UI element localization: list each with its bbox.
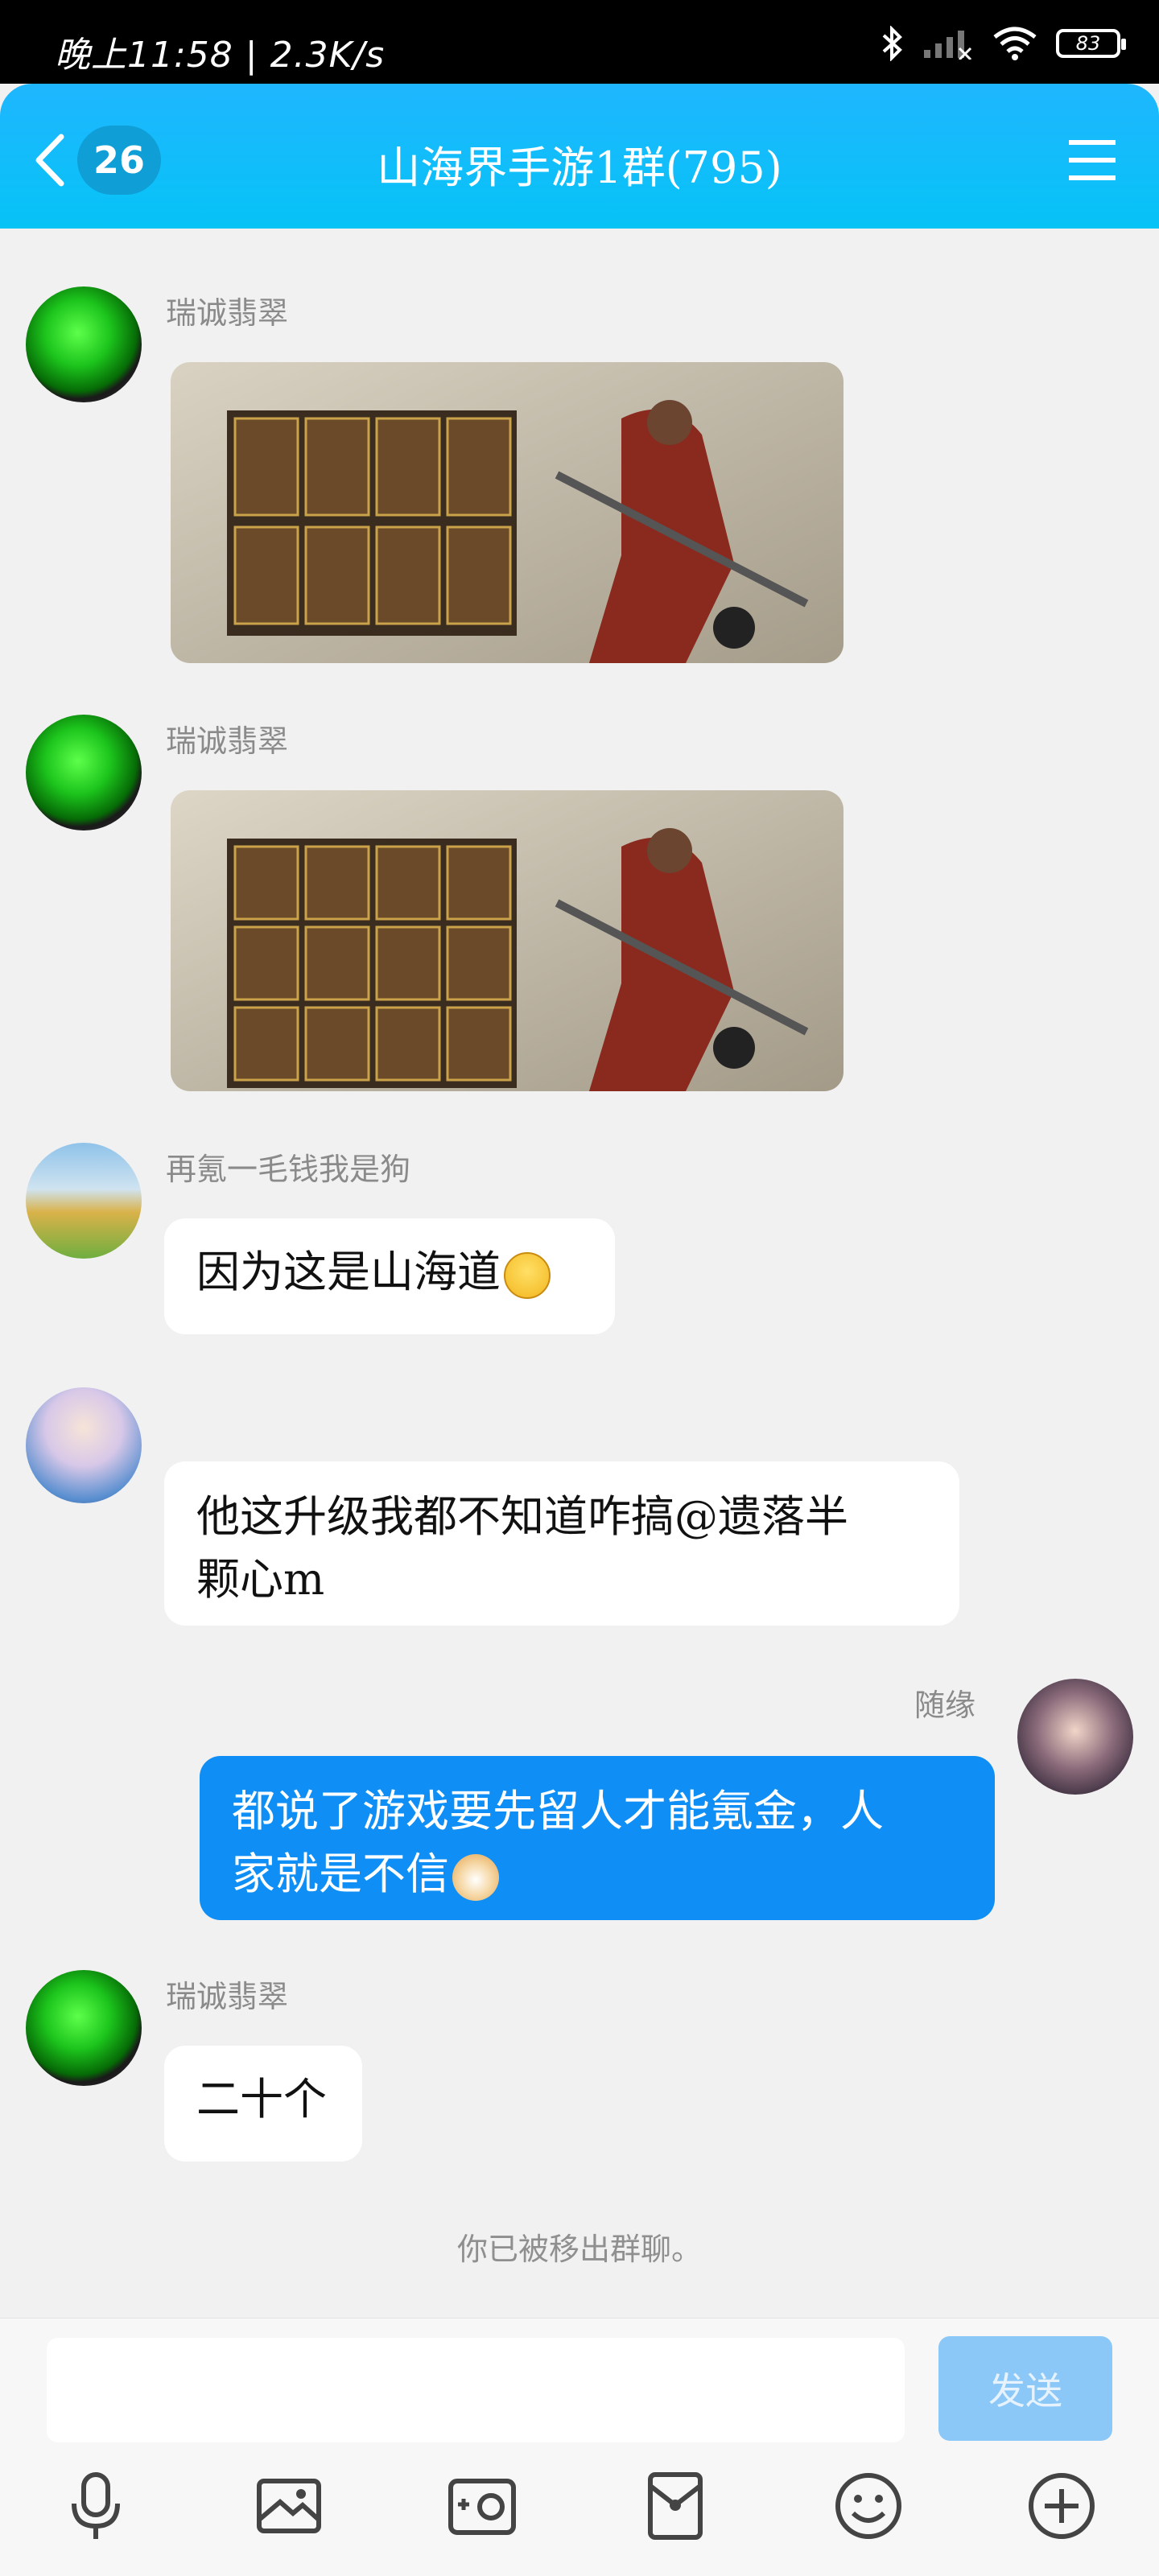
doge-emoji-icon [452,1854,499,1901]
avatar[interactable] [26,286,142,402]
message-input[interactable] [47,2338,905,2442]
voice-button[interactable] [52,2462,140,2550]
send-button[interactable]: 发送 [938,2336,1112,2441]
emoji-icon [835,2473,901,2539]
system-notice: 你已被移出群聊。 [456,2232,702,2267]
message-text: 家就是不信 [232,1843,963,1906]
cellular-signal-icon [924,31,972,60]
message-text: 二十个 [196,2074,327,2125]
avatar[interactable] [26,715,142,831]
avatar[interactable] [26,1387,142,1503]
chat-message-list[interactable]: 瑞诚翡翠 瑞诚翡翠 再氪一毛钱我是狗 因为这是山海道 他这升级我都不知道咋搞@遗… [0,229,1159,2318]
wifi-icon [993,27,1037,60]
hamburger-menu-icon [1069,140,1116,180]
image-message[interactable] [171,362,843,663]
chevron-left-icon [35,134,64,187]
back-button[interactable]: 26 [32,126,169,195]
self-avatar[interactable] [1017,1679,1133,1795]
menu-button[interactable] [1056,134,1124,188]
bluetooth-icon [882,26,902,61]
game-screenshot-image [171,362,843,663]
message-text: 颗心m [196,1554,325,1605]
smirk-emoji-icon [504,1252,551,1299]
message-bubble[interactable]: 因为这是山海道 [164,1218,615,1334]
avatar[interactable] [26,1970,142,2086]
more-button[interactable] [1017,2462,1106,2550]
sender-name: 瑞诚翡翠 [166,295,289,331]
battery-icon: 83 [1056,29,1126,58]
image-message[interactable] [171,790,843,1091]
status-icons: 83 [881,26,1126,61]
avatar[interactable] [26,1143,142,1259]
microphone-icon [72,2472,120,2539]
plus-icon [1029,2473,1095,2539]
camera-icon [448,2479,516,2535]
photo-icon [257,2479,321,2533]
camera-button[interactable] [438,2462,526,2550]
status-bar: 晚上11:58 | 2.3K/s 83 [0,0,1159,84]
status-time: 晚上11:58 | 2.3K/s [55,35,386,76]
sender-name: 随缘 [914,1688,976,1723]
red-packet-icon [648,2472,703,2540]
group-title: 山海界手游1群(795) [377,142,782,193]
unread-badge: 26 [77,126,161,195]
input-bar: 发送 [0,2318,1159,2576]
message-bubble-self[interactable]: 都说了游戏要先留人才能氪金，人 家就是不信 [200,1756,995,1920]
emoji-button[interactable] [824,2462,913,2550]
photo-button[interactable] [245,2462,333,2550]
message-bubble[interactable]: 他这升级我都不知道咋搞@遗落半 颗心m [164,1461,959,1626]
red-packet-button[interactable] [631,2462,720,2550]
sender-name: 再氪一毛钱我是狗 [166,1152,411,1187]
sender-name: 瑞诚翡翠 [166,1979,289,2014]
message-text: 因为这是山海道 [196,1247,501,1297]
message-bubble[interactable]: 二十个 [164,2046,362,2162]
sender-name: 瑞诚翡翠 [166,723,289,759]
chat-header: 26 山海界手游1群(795) [0,84,1159,229]
message-text: 都说了游戏要先留人才能氪金，人 [232,1786,884,1836]
game-screenshot-image [171,790,843,1091]
message-text: 他这升级我都不知道咋搞@遗落半 [196,1491,848,1542]
